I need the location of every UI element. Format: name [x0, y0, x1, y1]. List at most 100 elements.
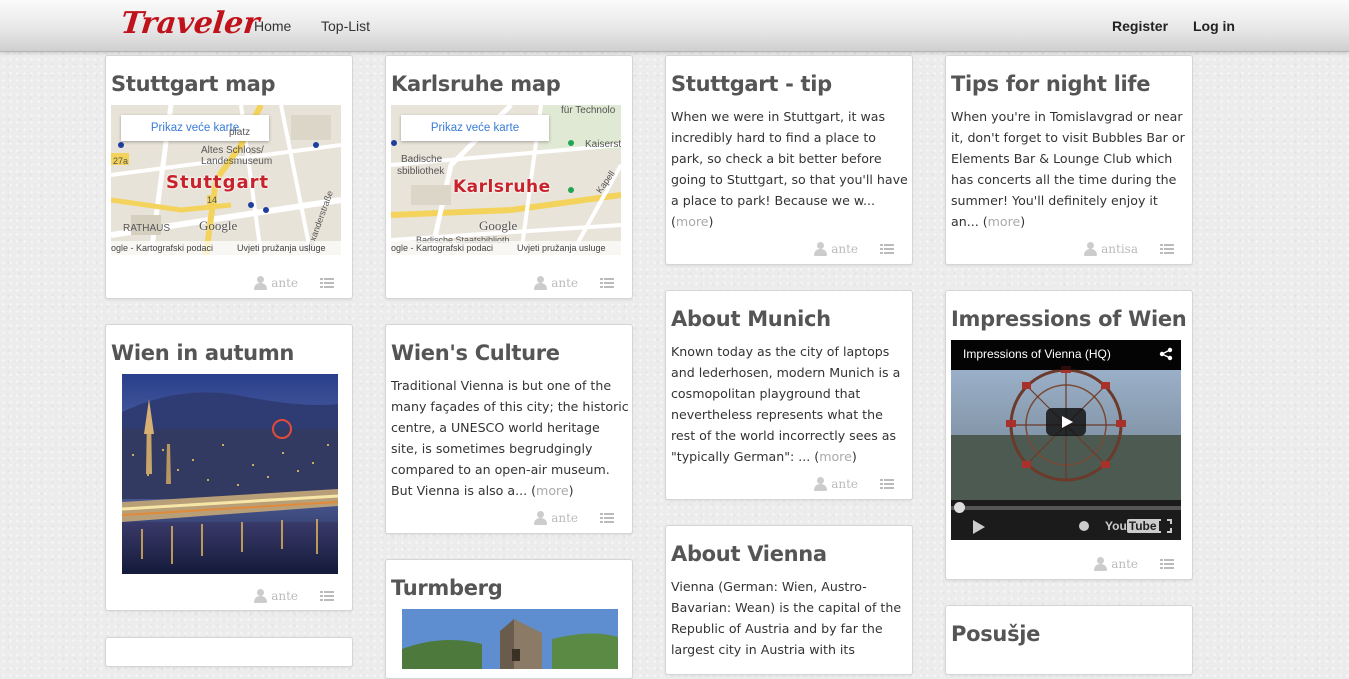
list-icon[interactable] [320, 590, 334, 602]
video-player[interactable]: Impressions of Vienna (HQ) You Tube [951, 340, 1181, 540]
author-name: antisa [1101, 242, 1138, 256]
larger-map-button[interactable]: Prikaz veće karte [401, 115, 549, 141]
card-karlsruhe-map: Karlsruhe map Prikaz veće karte für Tech… [385, 55, 633, 299]
list-icon[interactable] [880, 478, 894, 490]
card-meta: antisa [1084, 241, 1174, 257]
card-wien-autumn: Wien in autumn ante [105, 324, 353, 611]
list-icon[interactable] [320, 277, 334, 289]
brand-logo[interactable]: Traveler [119, 6, 261, 41]
card-title[interactable]: Turmberg [391, 576, 503, 600]
youtube-logo-badge: Tube [1126, 519, 1159, 533]
watch-later-icon[interactable] [1079, 521, 1089, 531]
card-title[interactable]: Wien in autumn [111, 341, 294, 365]
stuttgart-map[interactable]: Prikaz veće karte platz Altes Schloss/ L… [111, 105, 341, 255]
list-icon[interactable] [1160, 243, 1174, 255]
card-title[interactable]: Posušje [951, 622, 1040, 646]
map-terms-link[interactable]: Uvjeti pružanja usluge [517, 241, 606, 255]
user-icon [254, 276, 268, 290]
more-link[interactable]: more [988, 214, 1021, 229]
card-title[interactable]: About Vienna [671, 542, 827, 566]
city-night-image [122, 374, 338, 574]
user-icon [814, 242, 828, 256]
progress-knob[interactable] [954, 502, 965, 513]
excerpt-text: When you're in Tomislavgrad or near it, … [951, 109, 1185, 229]
excerpt-text: Known today as the city of laptops and l… [671, 344, 901, 464]
map-terms-link[interactable]: Uvjeti pružanja usluge [237, 241, 326, 255]
author-link[interactable]: ante [1094, 557, 1138, 571]
user-icon [814, 477, 828, 491]
card-turmberg: Turmberg [385, 559, 633, 679]
more-link[interactable]: more [819, 449, 852, 464]
author-link[interactable]: ante [254, 589, 298, 603]
map-city-label: Stuttgart [166, 172, 270, 193]
map-footer: ogle - Kartografski podaci Uvjeti pružan… [111, 241, 341, 255]
video-title[interactable]: Impressions of Vienna (HQ) [963, 347, 1111, 361]
card-excerpt: When you're in Tomislavgrad or near it, … [951, 109, 1185, 229]
map-footer: ogle - Kartografski podaci Uvjeti pružan… [391, 241, 621, 255]
login-link[interactable]: Log in [1193, 18, 1235, 34]
youtube-logo[interactable]: You Tube [1105, 519, 1159, 533]
card-title[interactable]: Karlsruhe map [391, 72, 561, 96]
wien-autumn-photo[interactable] [122, 374, 338, 574]
card-excerpt: Vienna (German: Wien, Austro-Bavarian: W… [671, 576, 909, 660]
share-icon[interactable] [1159, 347, 1173, 361]
card-about-munich: About Munich Known today as the city of … [665, 290, 913, 500]
author-name: ante [271, 589, 298, 603]
map-label: 14 [207, 195, 218, 205]
card-about-vienna: About Vienna Vienna (German: Wien, Austr… [665, 525, 913, 675]
play-control-icon[interactable] [973, 520, 985, 534]
turmberg-photo[interactable] [402, 609, 618, 669]
author-name: ante [551, 276, 578, 290]
card-meta: ante [534, 275, 614, 291]
register-link[interactable]: Register [1112, 18, 1168, 34]
author-link[interactable]: ante [254, 276, 298, 290]
card-excerpt: Traditional Vienna is but one of the man… [391, 378, 629, 498]
map-label: Kaiserst [585, 139, 621, 150]
map-label: Landesmuseum [201, 156, 273, 167]
nav-home[interactable]: Home [254, 18, 291, 34]
list-icon[interactable] [600, 277, 614, 289]
card-title[interactable]: Tips for night life [951, 72, 1150, 96]
user-icon [1094, 557, 1108, 571]
author-link[interactable]: ante [814, 477, 858, 491]
excerpt-text: Vienna (German: Wien, Austro-Bavarian: W… [671, 579, 902, 657]
card-night-life: Tips for night life When you're in Tomis… [945, 55, 1193, 265]
map-attribution: ogle - Kartografski podaci [111, 243, 214, 253]
author-name: ante [831, 242, 858, 256]
list-icon[interactable] [1160, 558, 1174, 570]
fullscreen-icon[interactable] [1156, 519, 1172, 533]
card-stuttgart-tip: Stuttgart - tip When we were in Stuttgar… [665, 55, 913, 265]
list-icon[interactable] [880, 243, 894, 255]
list-icon[interactable] [600, 512, 614, 524]
author-link[interactable]: ante [534, 276, 578, 290]
more-link[interactable]: more [676, 214, 709, 229]
map-attribution: ogle - Kartografski podaci [391, 243, 494, 253]
karlsruhe-map[interactable]: Prikaz veće karte für Technolo Kaiserst … [391, 105, 621, 255]
map-label: RATHAUS [123, 223, 171, 234]
card-title[interactable]: Wien's Culture [391, 341, 560, 365]
card-meta: ante [814, 241, 894, 257]
google-logo: Google [479, 218, 518, 233]
play-icon[interactable] [1046, 408, 1086, 436]
card-title[interactable]: Stuttgart map [111, 72, 276, 96]
user-icon [534, 276, 548, 290]
video-progress-bar[interactable] [951, 506, 1181, 510]
author-link[interactable]: ante [814, 242, 858, 256]
card-meta: ante [254, 275, 334, 291]
card-excerpt: When we were in Stuttgart, it was incred… [671, 109, 908, 229]
nav-top-list[interactable]: Top-List [321, 18, 370, 34]
more-link[interactable]: more [536, 483, 569, 498]
map-label: für Technolo [561, 105, 616, 116]
card-title[interactable]: Stuttgart - tip [671, 72, 832, 96]
card-title[interactable]: Impressions of Wien [951, 307, 1187, 331]
author-name: ante [1111, 557, 1138, 571]
author-link[interactable]: ante [534, 511, 578, 525]
tower-image [402, 609, 618, 669]
author-name: ante [551, 511, 578, 525]
author-link[interactable]: antisa [1084, 242, 1138, 256]
card-impressions-wien: Impressions of Wien Impressions of Vienn… [945, 290, 1193, 580]
card-meta: ante [254, 588, 334, 604]
excerpt-text: Traditional Vienna is but one of the man… [391, 378, 629, 498]
map-label: platz [229, 127, 251, 138]
card-title[interactable]: About Munich [671, 307, 831, 331]
